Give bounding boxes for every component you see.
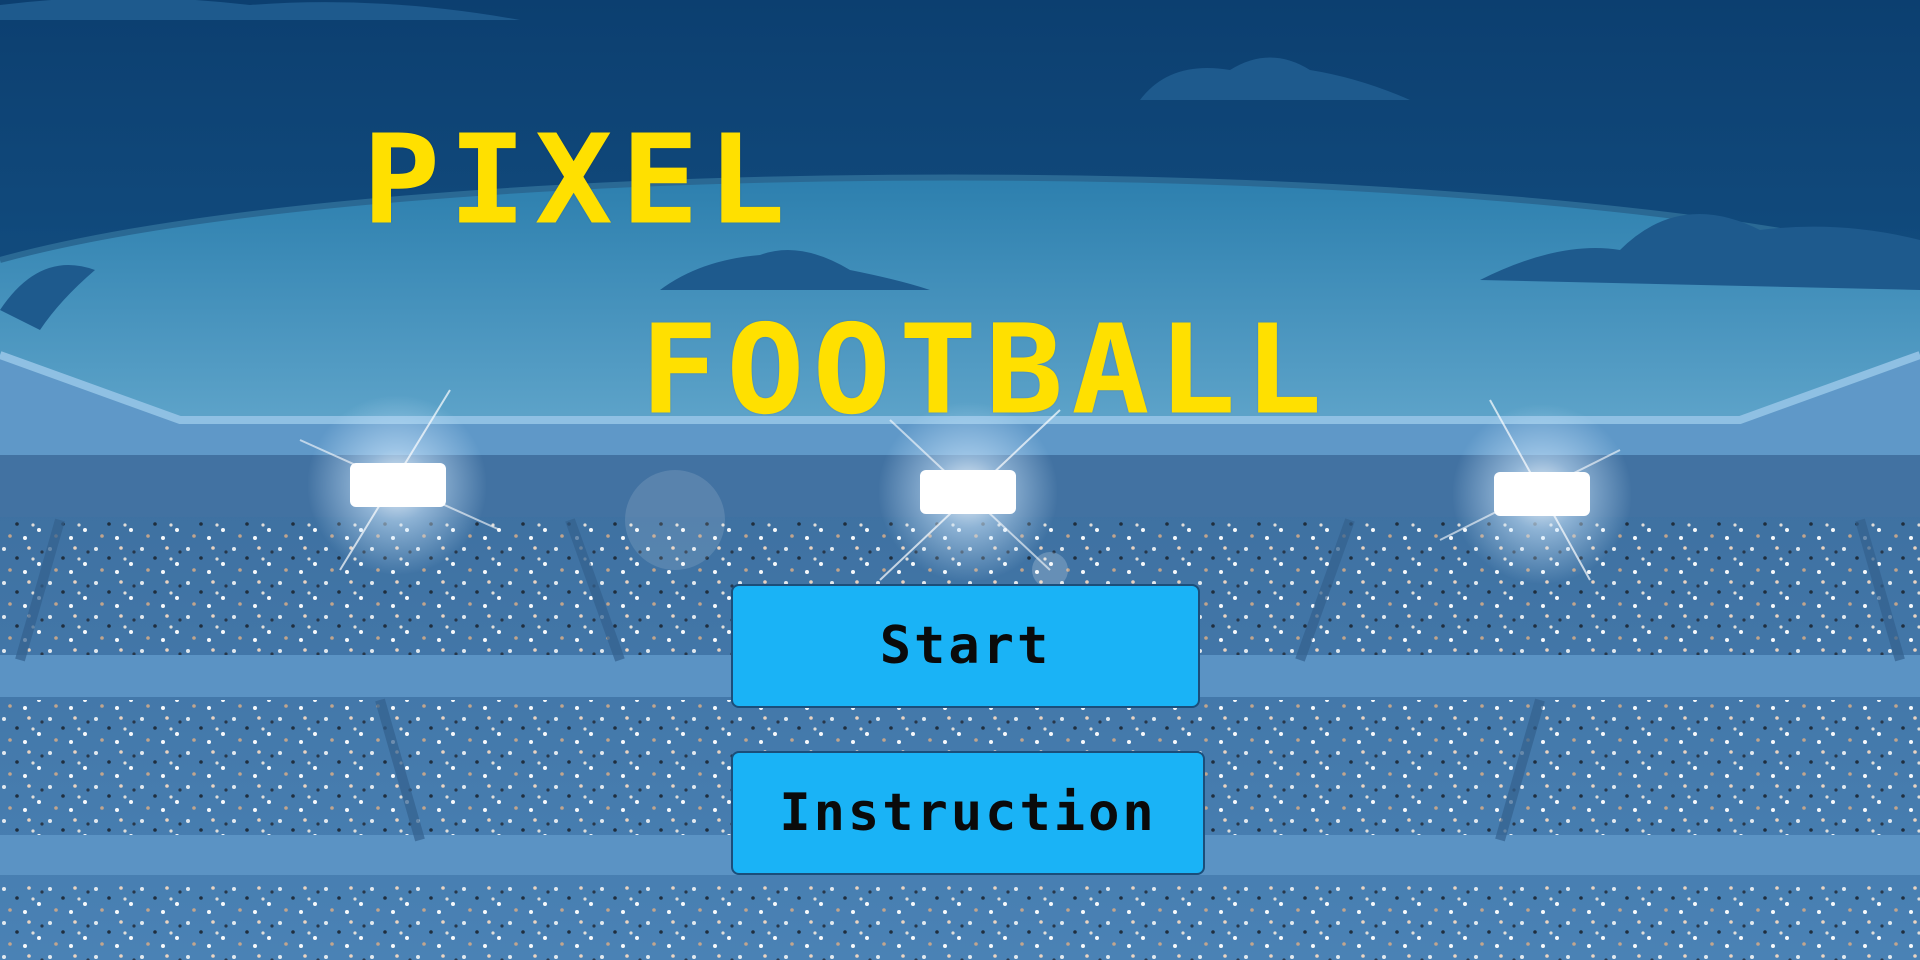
game-title-line-2: FOOTBALL <box>640 297 1331 442</box>
start-button[interactable]: Start <box>731 584 1200 708</box>
instruction-button[interactable]: Instruction <box>731 751 1205 875</box>
instruction-button-label: Instruction <box>779 783 1157 843</box>
game-title-line-1: PIXEL <box>362 107 794 252</box>
start-button-label: Start <box>879 616 1052 676</box>
game-main-menu: PIXEL FOOTBALL Start Instruction <box>0 0 1920 960</box>
